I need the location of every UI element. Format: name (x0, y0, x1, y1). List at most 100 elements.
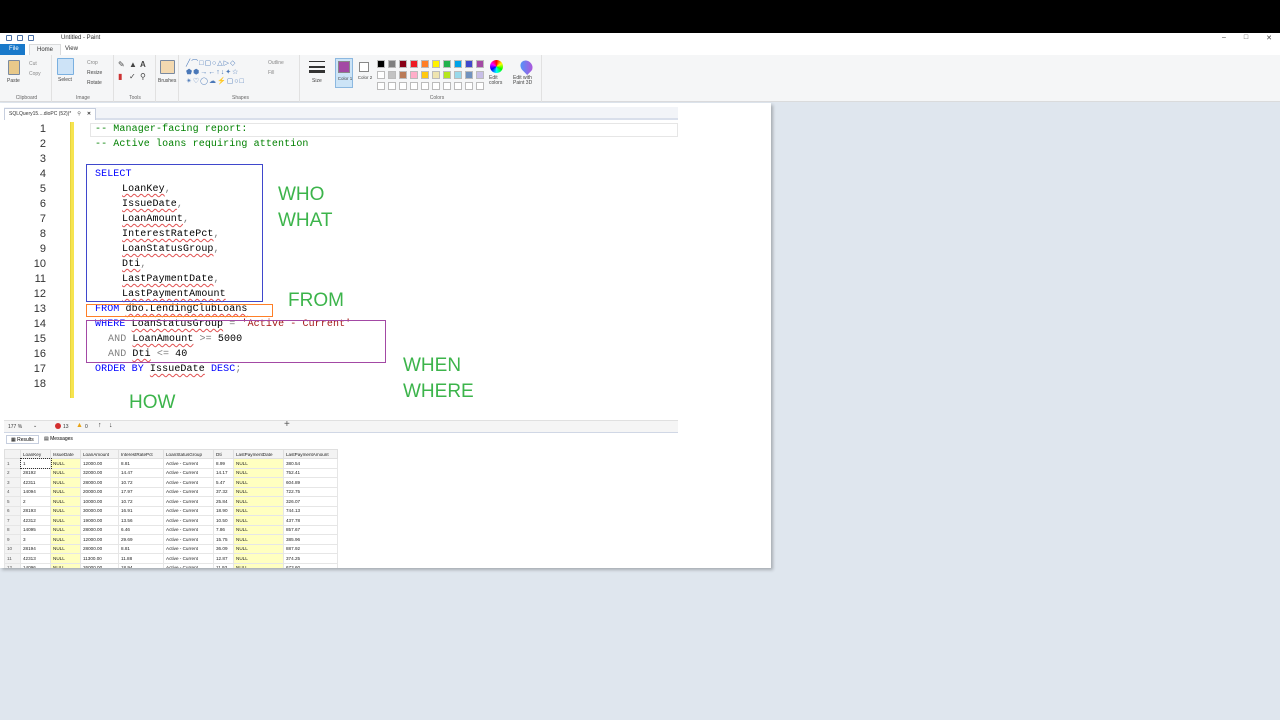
outline-dropdown[interactable]: Outline (268, 60, 284, 66)
palette-swatch[interactable] (443, 71, 451, 79)
empty-palette-swatch[interactable] (476, 82, 484, 90)
palette-swatch[interactable] (388, 60, 396, 68)
eraser-icon[interactable]: ▮ (118, 72, 122, 81)
grid-corner[interactable] (4, 449, 21, 459)
palette-swatch[interactable] (421, 71, 429, 79)
color-picker-icon[interactable]: ✓ (129, 72, 136, 81)
row-number[interactable]: 8 (4, 524, 21, 535)
table-row[interactable]: 10 28194 NULL 28000.00 8.81 Active - Current 3… (4, 543, 338, 554)
table-row[interactable]: 12 14096 NULL 26000.00 18.94 Active - Current… (4, 562, 338, 568)
empty-palette-swatch[interactable] (465, 82, 473, 90)
table-row[interactable]: 6 28193 NULL 30000.00 16.91 Active - Current 1… (4, 505, 338, 516)
tab-results[interactable]: ▦ Results (6, 435, 39, 444)
table-row[interactable]: 4 14094 NULL 20000.00 17.97 Active - Current 3… (4, 486, 338, 497)
empty-palette-swatch[interactable] (443, 82, 451, 90)
palette-swatch[interactable] (465, 71, 473, 79)
color2-selector[interactable]: Color 2 (357, 58, 373, 88)
empty-palette-swatch[interactable] (377, 82, 385, 90)
table-row[interactable]: 7 42312 NULL 19000.00 13.56 Active - Current 1… (4, 515, 338, 526)
text-icon[interactable]: A (140, 60, 146, 69)
palette-swatch[interactable] (454, 71, 462, 79)
shapes-gallery[interactable]: ╱⌒□▢○△▷◇ ⬟⬢→←↑↓✦☆ ✴♡◯☁⚡▢○□ (186, 59, 264, 87)
palette-swatch[interactable] (432, 60, 440, 68)
edit-colors-button[interactable]: Edit colors (489, 76, 507, 86)
pin-icon[interactable]: ⚲ (77, 111, 81, 117)
crop-button[interactable]: Crop (87, 60, 98, 66)
edit-paint3d-button[interactable]: Edit with Paint 3D (513, 76, 543, 86)
palette-swatch[interactable] (432, 71, 440, 79)
palette-swatch[interactable] (476, 60, 484, 68)
row-number[interactable]: 6 (4, 505, 21, 516)
paste-icon[interactable] (8, 60, 20, 75)
paint-canvas[interactable]: SQLQuery15....dioPC (52))* ⚲ ✕ 1 2 3 4 5 6… (0, 103, 771, 568)
row-number[interactable]: 4 (4, 486, 21, 497)
maximize-icon[interactable]: □ (1244, 34, 1248, 42)
zoom-level[interactable]: 177 % (8, 424, 22, 430)
palette-swatch[interactable] (377, 60, 385, 68)
copy-button[interactable]: Copy (29, 71, 41, 77)
redo-icon[interactable] (28, 35, 34, 41)
select-icon[interactable] (57, 58, 74, 75)
close-icon[interactable]: ✕ (1266, 34, 1272, 42)
paste-button[interactable]: Paste (7, 78, 20, 84)
row-number[interactable]: 7 (4, 515, 21, 526)
rotate-button[interactable]: Rotate (87, 80, 102, 86)
select-button[interactable]: Select (58, 77, 72, 83)
column-header[interactable]: LoanStatusGroup (163, 449, 214, 459)
save-icon[interactable] (6, 35, 12, 41)
empty-palette-swatch[interactable] (410, 82, 418, 90)
column-header[interactable]: LoanKey (20, 449, 51, 459)
brush-icon[interactable] (160, 60, 175, 74)
brushes-button[interactable]: Brushes (158, 78, 176, 84)
palette-swatch[interactable] (421, 60, 429, 68)
row-number[interactable]: 10 (4, 543, 21, 554)
table-row[interactable]: 11 42313 NULL 11300.00 11.88 Active - Current… (4, 553, 338, 564)
column-header[interactable]: Dti (213, 449, 234, 459)
empty-palette-swatch[interactable] (399, 82, 407, 90)
cut-button[interactable]: Cut (29, 61, 37, 67)
table-row[interactable]: 1 1 NULL 12000.00 8.81 Active - Current 8.99 NU… (4, 457, 338, 469)
column-header[interactable]: IssueDate (50, 449, 81, 459)
row-number[interactable]: 5 (4, 496, 21, 507)
color1-selector[interactable]: Color 1 (335, 58, 353, 88)
results-grid[interactable]: LoanKey IssueDate LoanAmount InterestRatePc… (4, 449, 338, 568)
minimize-icon[interactable]: – (1222, 34, 1226, 42)
palette-swatch[interactable] (410, 60, 418, 68)
palette-swatch[interactable] (377, 71, 385, 79)
palette-swatch[interactable] (399, 60, 407, 68)
table-row[interactable]: 5 2 NULL 10000.00 10.72 Active - Current 25.84… (4, 496, 338, 507)
row-number[interactable]: 12 (4, 562, 21, 568)
palette-swatch[interactable] (443, 60, 451, 68)
row-number[interactable]: 9 (4, 534, 21, 545)
table-row[interactable]: 8 14095 NULL 28000.00 6.46 Active - Current 7.… (4, 524, 338, 535)
palette-swatch[interactable] (388, 71, 396, 79)
row-number[interactable]: 11 (4, 553, 21, 564)
undo-icon[interactable] (17, 35, 23, 41)
query-editor[interactable]: 1 2 3 4 5 6 7 8 9 10 11 12 13 14 15 16 1… (4, 122, 678, 420)
column-header[interactable]: InterestRatePct (118, 449, 164, 459)
table-row[interactable]: 9 3 NULL 12000.00 29.69 Active - Current 15.75… (4, 534, 338, 545)
resize-button[interactable]: Resize (87, 70, 102, 76)
column-header[interactable]: LastPaymentAmount (283, 449, 338, 459)
close-tab-icon[interactable]: ✕ (87, 111, 91, 117)
palette-swatch[interactable] (476, 71, 484, 79)
palette-swatch[interactable] (465, 60, 473, 68)
empty-palette-swatch[interactable] (421, 82, 429, 90)
table-row[interactable]: 3 42311 NULL 28000.00 10.72 Active - Current 5… (4, 477, 338, 488)
column-header[interactable]: LastPaymentDate (233, 449, 284, 459)
tab-view[interactable]: View (65, 46, 78, 52)
palette-swatch[interactable] (410, 71, 418, 79)
table-row[interactable]: 2 28192 NULL 32000.00 14.47 Active - Current 1… (4, 467, 338, 478)
size-button[interactable]: Size (312, 78, 322, 84)
palette-swatch[interactable] (454, 60, 462, 68)
row-number[interactable]: 3 (4, 477, 21, 488)
palette-swatch[interactable] (399, 71, 407, 79)
zoom-dropdown-icon[interactable]: ⌄ (33, 423, 37, 429)
magnifier-icon[interactable]: ⚲ (140, 72, 146, 81)
column-header[interactable]: LoanAmount (80, 449, 119, 459)
query-document-tab[interactable]: SQLQuery15....dioPC (52))* ⚲ ✕ (4, 108, 97, 120)
paint3d-icon[interactable] (518, 58, 535, 75)
nav-up-icon[interactable]: ↑ (98, 422, 102, 429)
empty-palette-swatch[interactable] (388, 82, 396, 90)
fill-icon[interactable]: ▲ (129, 60, 137, 69)
